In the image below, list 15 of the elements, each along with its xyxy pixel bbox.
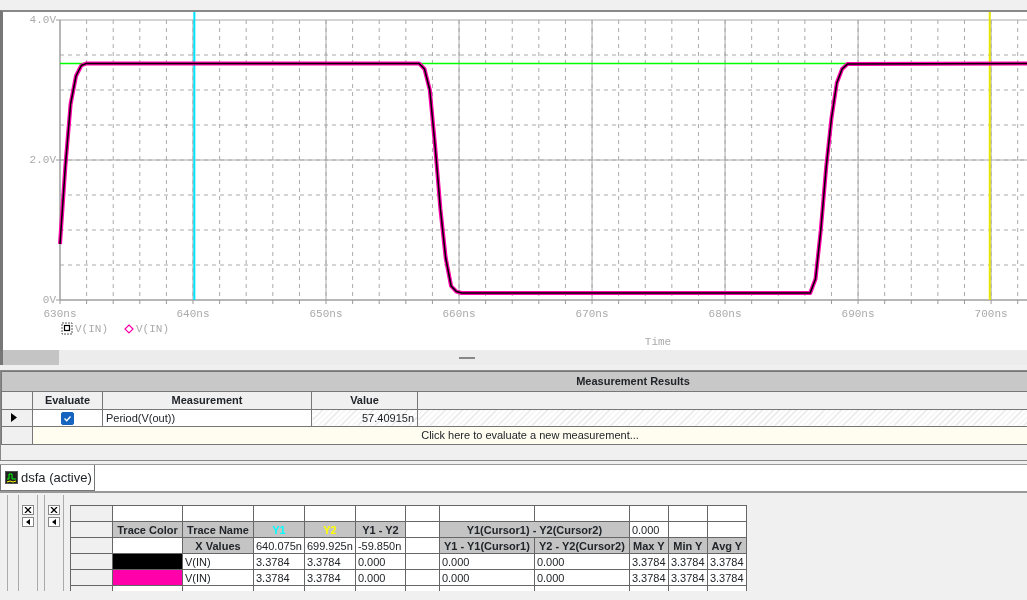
y-tick-label: 2.0V xyxy=(29,154,56,166)
x-tick-label: 650ns xyxy=(309,308,343,320)
x-tick-label: 700ns xyxy=(974,308,1008,320)
x-tick-label: 690ns xyxy=(841,308,875,320)
panel-title: Measurement Results xyxy=(1,371,1027,392)
x-tick-label: 630ns xyxy=(43,308,77,320)
y-tick-label: 4.0V xyxy=(29,14,56,26)
x-tick-label: 670ns xyxy=(575,308,609,320)
x-tick-label: 640ns xyxy=(176,308,210,320)
axis-title: Time xyxy=(644,336,672,348)
legend-label: V(IN) xyxy=(136,323,169,335)
legend-label: V(IN) xyxy=(75,323,108,335)
x-tick-label: 660ns xyxy=(442,308,476,320)
x-tick-label: 680ns xyxy=(708,308,742,320)
y-tick-label: 0V xyxy=(42,294,56,306)
